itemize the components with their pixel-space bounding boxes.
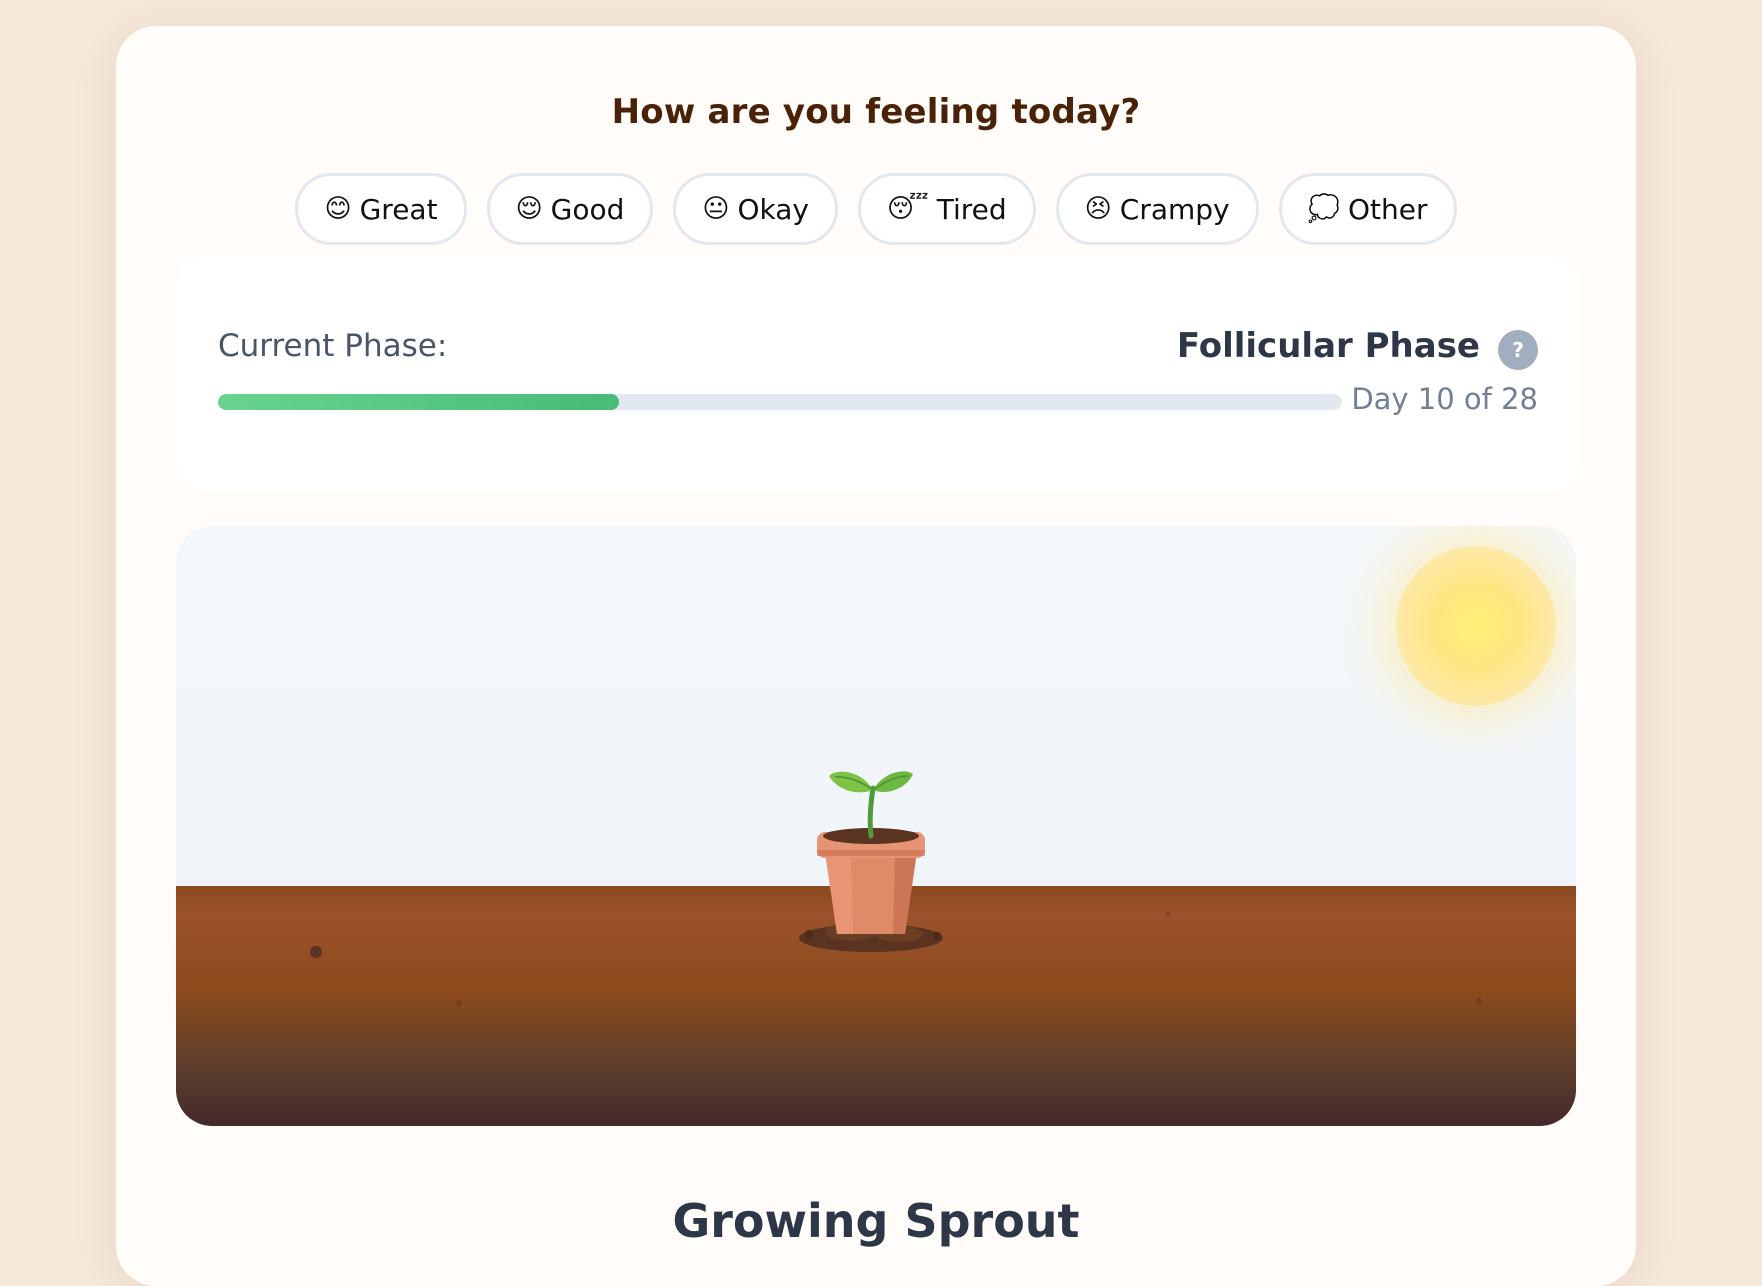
pebble xyxy=(1476,998,1482,1004)
garden-scene xyxy=(176,526,1576,1126)
mood-button-tired[interactable]: 😴 Tired xyxy=(858,173,1036,245)
mood-label: Tired xyxy=(936,192,1007,226)
mood-label: Crampy xyxy=(1119,192,1230,226)
mood-button-other[interactable]: 💭 Other xyxy=(1278,173,1457,245)
mood-label: Okay xyxy=(737,192,810,226)
persevering-face-icon: 😣 xyxy=(1084,194,1112,224)
pebble xyxy=(310,946,322,958)
mood-question: How are you feeling today? xyxy=(611,92,1141,132)
sun-icon xyxy=(1396,546,1556,706)
mood-label: Great xyxy=(359,192,438,226)
sleeping-face-icon: 😴 xyxy=(887,194,929,224)
phase-name: Follicular Phase xyxy=(1176,326,1480,366)
thought-bubble-icon: 💭 xyxy=(1307,194,1340,224)
mood-button-crampy[interactable]: 😣 Crampy xyxy=(1055,173,1259,245)
mood-button-great[interactable]: 😊 Great xyxy=(295,173,467,245)
plant-stage-title: Growing Sprout xyxy=(672,1194,1080,1248)
mood-label: Other xyxy=(1347,192,1428,226)
current-phase-label: Current Phase: xyxy=(218,328,448,364)
pebble xyxy=(1166,912,1170,916)
cycle-day-text: Day 10 of 28 xyxy=(1351,382,1538,416)
smiling-face-icon: 😊 xyxy=(324,194,352,224)
mood-button-good[interactable]: 😌 Good xyxy=(486,173,654,245)
pebble xyxy=(456,1000,462,1006)
relieved-face-icon: 😌 xyxy=(515,194,543,224)
main-card: How are you feeling today? 😊 Great 😌 Goo… xyxy=(116,26,1636,1286)
mood-options: 😊 Great 😌 Good 😐 Okay 😴 Tired 😣 Crampy 💭… xyxy=(116,173,1636,245)
potted-sprout-icon xyxy=(799,771,943,952)
mood-button-okay[interactable]: 😐 Okay xyxy=(673,173,839,245)
cycle-progress-fill xyxy=(218,394,620,410)
cycle-progress-bar xyxy=(218,394,1342,410)
phase-card: Current Phase: Follicular Phase ? Day 10… xyxy=(176,256,1580,492)
neutral-face-icon: 😐 xyxy=(702,194,730,224)
mood-label: Good xyxy=(550,192,625,226)
help-icon[interactable]: ? xyxy=(1498,330,1538,370)
